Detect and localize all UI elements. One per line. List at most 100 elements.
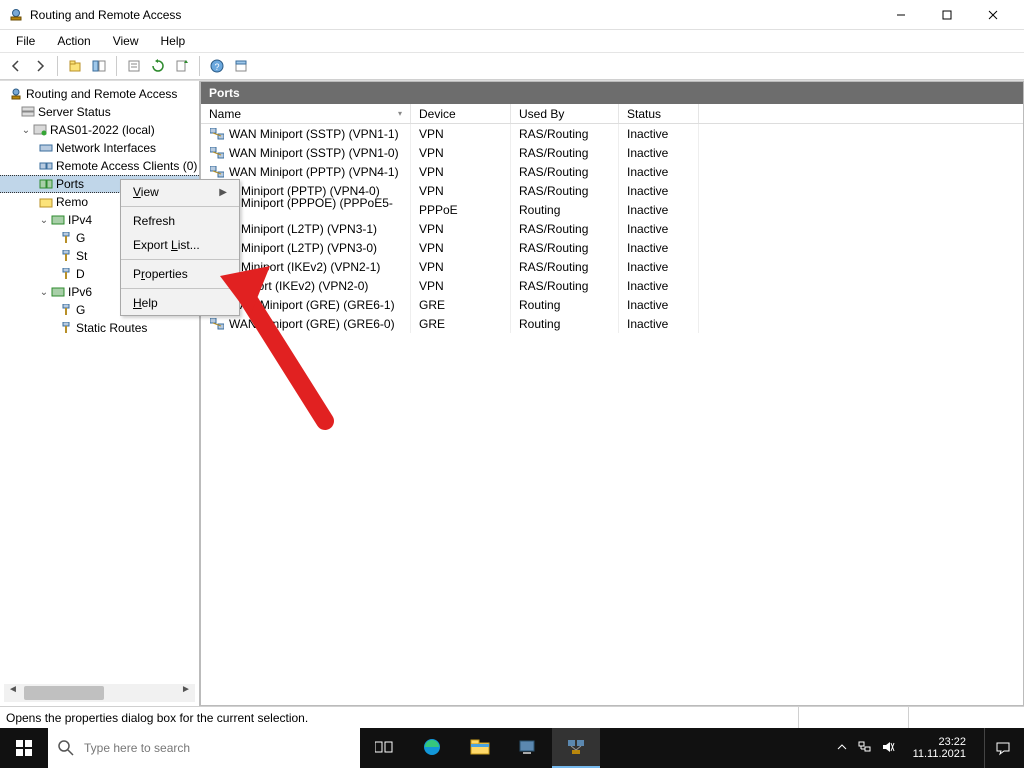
ctx-export[interactable]: Export List... [121,233,239,257]
search-icon [58,740,74,756]
tray-time: 23:22 [913,736,966,748]
tree-network-interfaces[interactable]: Network Interfaces [0,139,199,157]
route-icon [58,231,74,245]
minimize-button[interactable] [878,0,924,30]
table-row[interactable]: WAN Miniport (SSTP) (VPN1-0)VPNRAS/Routi… [201,143,1023,162]
ports-icon [38,177,54,191]
grid-header: Name▾ Device Used By Status [201,104,1023,124]
toolbar-help-button[interactable]: ? [206,55,228,77]
tree-label: IPv4 [68,213,92,227]
app-icon [8,7,24,23]
toolbar-show-hide-button[interactable] [88,55,110,77]
expander-icon[interactable]: ⌄ [20,125,32,136]
tree-label: IPv6 [68,285,92,299]
menu-view[interactable]: View [103,32,149,50]
route-icon [58,303,74,317]
taskbar-icons [360,728,600,768]
toolbar-properties-button[interactable] [123,55,145,77]
tree-label: Server Status [38,105,111,119]
taskbar-rras[interactable] [552,728,600,768]
tree-label: G [76,303,85,317]
tree-label: G [76,231,85,245]
table-row[interactable]: N Miniport (L2TP) (VPN3-0)VPNRAS/Routing… [201,238,1023,257]
ipv6-icon [50,285,66,299]
table-row[interactable]: WAN Miniport (SSTP) (VPN1-1)VPNRAS/Routi… [201,124,1023,143]
clients-icon [38,159,54,173]
tray-notifications[interactable] [984,728,1020,768]
taskbar-explorer[interactable] [456,728,504,768]
tree-ipv6-static-routes[interactable]: Static Routes [0,319,199,337]
ctx-refresh[interactable]: Refresh [121,209,239,233]
menu-action[interactable]: Action [47,32,100,50]
toolbar-extra-button[interactable] [230,55,252,77]
tree-label: RAS01-2022 (local) [50,123,155,137]
tray-clock[interactable]: 23:22 11.11.2021 [905,736,974,760]
maximize-button[interactable] [924,0,970,30]
tree-pane: Routing and Remote Access Server Status … [0,81,200,706]
scroll-right-icon[interactable]: ► [177,684,195,702]
menu-help[interactable]: Help [151,32,196,50]
tree-server[interactable]: ⌄ RAS01-2022 (local) [0,121,199,139]
static-routes-icon [58,321,74,335]
close-button[interactable] [970,0,1016,30]
col-name[interactable]: Name▾ [201,104,411,123]
expander-icon[interactable]: ⌄ [38,287,50,298]
nav-forward-button[interactable] [29,55,51,77]
window-title: Routing and Remote Access [30,8,878,22]
nic-icon [38,141,54,155]
col-usedby[interactable]: Used By [511,104,619,123]
tray-date: 11.11.2021 [913,748,966,760]
table-row[interactable]: N Miniport (PPPOE) (PPPoE5-0)PPPoERoutin… [201,200,1023,219]
menu-file[interactable]: File [6,32,45,50]
taskbar-edge[interactable] [408,728,456,768]
details-title: Ports [201,82,1023,104]
tray-chevron-icon[interactable] [837,742,847,755]
tree-server-status[interactable]: Server Status [0,103,199,121]
server-node-icon [32,123,48,137]
tree-label: Ports [56,177,84,191]
statusbar: Opens the properties dialog box for the … [0,706,1024,728]
tree-remote-access-clients[interactable]: Remote Access Clients (0) [0,157,199,175]
toolbar-export-button[interactable] [171,55,193,77]
port-icon [209,164,225,180]
start-button[interactable] [0,728,48,768]
tree-label: Network Interfaces [56,141,156,155]
toolbar-refresh-button[interactable] [147,55,169,77]
search-placeholder: Type here to search [84,741,190,755]
tray-network-icon[interactable] [857,740,871,757]
task-view-button[interactable] [360,728,408,768]
table-row[interactable]: N Miniport (L2TP) (VPN3-1)VPNRAS/Routing… [201,219,1023,238]
chevron-right-icon: ▶ [219,187,227,198]
scroll-thumb[interactable] [24,686,104,700]
folder-icon [38,195,54,209]
port-icon [209,126,225,142]
menubar: File Action View Help [0,30,1024,52]
taskbar-server-manager[interactable] [504,728,552,768]
col-status[interactable]: Status [619,104,699,123]
toolbar-up-button[interactable] [64,55,86,77]
server-status-icon [20,105,36,119]
tray-volume-icon[interactable] [881,740,895,757]
tree-label: Remo [56,195,88,209]
route-icon [58,249,74,263]
expander-icon[interactable]: ⌄ [38,215,50,226]
tree-label: D [76,267,85,281]
nav-back-button[interactable] [5,55,27,77]
horizontal-scrollbar[interactable]: ◄ ► [4,684,195,702]
tree-label: Static Routes [76,321,147,335]
sort-desc-icon: ▾ [398,109,402,118]
tree-root[interactable]: Routing and Remote Access [0,85,199,103]
scroll-left-icon[interactable]: ◄ [4,684,22,702]
tree-label: Routing and Remote Access [26,87,177,101]
col-device[interactable]: Device [411,104,511,123]
system-tray: 23:22 11.11.2021 [837,728,1024,768]
ipv4-icon [50,213,66,227]
ctx-view[interactable]: View▶ [121,180,239,204]
server-icon [8,87,24,101]
port-icon [209,145,225,161]
toolbar: ? [0,52,1024,80]
table-row[interactable]: WAN Miniport (PPTP) (VPN4-1)VPNRAS/Routi… [201,162,1023,181]
tree-label: St [76,249,87,263]
search-box[interactable]: Type here to search [48,728,360,768]
svg-text:?: ? [214,62,219,72]
